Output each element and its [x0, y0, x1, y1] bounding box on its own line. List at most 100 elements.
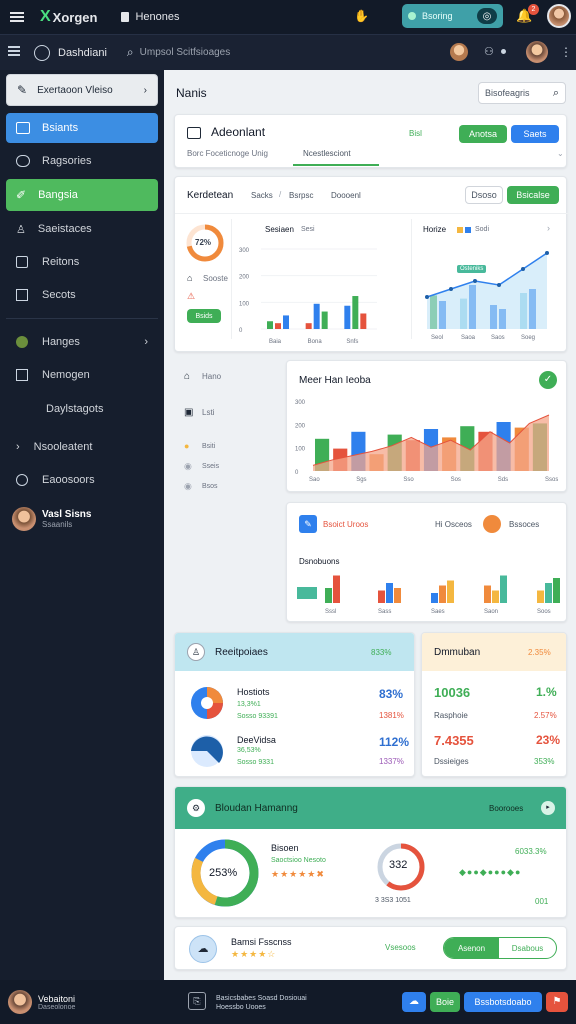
user-name: Vasl Sisns [42, 509, 92, 520]
sidebar-item-bangsia[interactable]: ✐ Bangsia [6, 179, 158, 211]
sidebar-item-reitons[interactable]: Reitons [6, 247, 158, 277]
breadcrumb-item[interactable]: Bsrpsc [289, 191, 313, 200]
toggle-knob-icon[interactable] [483, 515, 501, 533]
clock-icon [34, 44, 50, 61]
group-icon[interactable]: ⚇ [484, 45, 494, 58]
segment-option-b[interactable]: Dsabous [499, 938, 556, 958]
sidebar-item-saeistaces[interactable]: ♙ Saeistaces [6, 214, 158, 244]
report-left-label: Bsoict Uroos [323, 520, 369, 529]
grouped-bar-chart: Sssl Sass Saes Saon Soos [297, 575, 560, 615]
lock-icon: ⌂ [187, 273, 193, 283]
donut-card-action[interactable]: Boorooes [489, 804, 523, 813]
sidebar-header[interactable]: ✎ Exertaoon Vleiso › [6, 74, 158, 106]
left-list-item[interactable]: ⌂ Hano [184, 366, 284, 386]
bar [378, 590, 385, 603]
gauge-value: 72% [195, 238, 212, 247]
hamburger-menu-icon[interactable] [8, 8, 26, 26]
bar [352, 296, 359, 329]
cloud-button-icon[interactable]: ☁ [402, 992, 426, 1012]
overview-primary-button[interactable]: Anotsa [459, 125, 507, 143]
sidebar-item-nemogen[interactable]: Nemogen [6, 360, 158, 390]
profile-avatar-small[interactable] [450, 43, 468, 61]
app-logo: X Xorgen [40, 8, 97, 26]
report-app-icon: ✎ [299, 515, 317, 533]
breadcrumb-item[interactable]: Doooenl [331, 191, 361, 200]
chevron-right-icon: › [16, 441, 20, 453]
sidebar-item-nsooleatent[interactable]: › Nsooleatent [6, 432, 158, 462]
sidebar-item-ragsories[interactable]: Ragsories [6, 146, 158, 176]
footer-button-a[interactable]: Boie [430, 992, 460, 1012]
thumb-icon[interactable]: ✋ [354, 9, 369, 23]
kpi-a-pie-1 [191, 687, 223, 719]
window-title: Henones [135, 11, 180, 23]
sidebar-item-eaoosoors[interactable]: Eaoosoors [6, 465, 158, 495]
stats-primary-button[interactable]: Bsicalse [507, 186, 559, 204]
data-point [521, 267, 525, 271]
left-list-item[interactable]: ▣ Lsti [184, 402, 284, 422]
kpi-a-row-name: DeeVidsa [237, 735, 276, 745]
sidebar-item-label: Daylstagots [46, 403, 104, 415]
bar [439, 585, 446, 603]
left-list-item[interactable]: ◉ Bsos [184, 476, 284, 496]
kpi-card-b: Dmmuban 2.35% 10036 1.% Rasphoie 2.57% 7… [421, 632, 567, 777]
chevron-down-icon[interactable]: ⌄ [557, 149, 564, 158]
overview-secondary-button[interactable]: Saets [511, 125, 559, 143]
sidebar-item-label: Nemogen [42, 369, 90, 381]
footer-avatar[interactable] [8, 990, 32, 1014]
person-icon: ♙ [16, 223, 26, 236]
check-circle-icon[interactable]: ✓ [539, 371, 557, 389]
more-vertical-icon[interactable]: ⋮ [560, 45, 572, 59]
left-bar-chart: 0 100 200 300 Baia Bona Snfs [239, 248, 377, 345]
search-input[interactable]: Umpsol Scitfsioages [140, 47, 231, 58]
data-point [473, 279, 477, 283]
sidebar-item-hanges[interactable]: Hanges › [6, 327, 158, 357]
search-icon: ⌕ [552, 86, 559, 99]
menu-lines-icon[interactable] [8, 46, 22, 59]
left-list-item[interactable]: ● Bsiti [184, 436, 284, 456]
filter-search[interactable]: Bisofeagris ⌕ [478, 82, 566, 104]
overview-status: Bisl [409, 129, 422, 138]
grid-icon [16, 122, 30, 134]
sidebar-item-bsiants[interactable]: Bsiants [6, 113, 158, 143]
stats-outline-button[interactable]: Dsoso [465, 186, 503, 204]
search-icon[interactable]: ⌕ [127, 45, 134, 60]
report-center-label[interactable]: Hi Osceos [435, 520, 472, 529]
square-icon [16, 256, 28, 268]
dot-rating: ◆●●◆●●●◆● [459, 867, 522, 877]
footer-button-b[interactable]: Bssbotsdoabo [464, 992, 542, 1012]
rating-stars: ★★★★☆ [231, 949, 277, 959]
sub-bar: Dashdiani ⌕ Umpsol Scitfsioages ⚇ ⋮ [0, 34, 576, 70]
play-circle-icon[interactable]: ▸ [541, 801, 555, 815]
chevron-right-icon[interactable]: › [547, 223, 550, 233]
mode-toggle[interactable]: Bsoring ◎ [402, 4, 503, 28]
sidebar-user[interactable]: Vasl Sisns Ssaanils [6, 499, 158, 539]
left-list-item[interactable]: ◉ Sseis [184, 456, 284, 476]
kpi-a-row-sub: 36,53% [237, 747, 261, 754]
breadcrumb-item[interactable]: Sacks [251, 191, 273, 200]
document-icon [187, 127, 201, 139]
sticker-icon: ☁ [189, 935, 217, 963]
segment-toggle[interactable]: Asenon Dsabous [443, 937, 557, 959]
top-bar: X Xorgen Henones ✋ Bsoring ◎ 🔔 2 [0, 0, 576, 34]
sidebar-item-secots[interactable]: Secots [6, 280, 158, 310]
user-avatar-top[interactable] [547, 4, 571, 28]
tab-overview[interactable]: Borc Foceticnoge Unig [187, 149, 268, 158]
bar [344, 305, 351, 329]
segment-option-a[interactable]: Asenon [444, 938, 500, 958]
sidebar-item-daylstagots[interactable]: Daylstagots [6, 394, 158, 424]
rating-card-link[interactable]: Vsesoos [385, 943, 416, 952]
tab-details[interactable]: Ncestlesciont [303, 149, 351, 158]
ring-value: 332 [389, 859, 408, 871]
y-tick-label: 200 [295, 423, 306, 429]
profile-avatar-large[interactable] [526, 41, 548, 63]
attachment-icon[interactable]: ⎘ [188, 992, 206, 1010]
kpi-a-headline: 833% [371, 648, 392, 657]
flag-icon[interactable]: ⚑ [546, 992, 568, 1012]
sidebar-item-label: Secots [42, 289, 76, 301]
sidebar-item-label: Hanges [42, 336, 80, 348]
stats-mini-button[interactable]: Bsids [187, 309, 221, 323]
sidebar: ✎ Exertaoon Vleiso › Bsiants Ragsories ✐… [0, 70, 164, 980]
settings-badge-icon: ⚙ [187, 799, 205, 817]
donut-right-pct: 6033.3% [515, 847, 547, 856]
page-title: Nanis [176, 86, 207, 100]
